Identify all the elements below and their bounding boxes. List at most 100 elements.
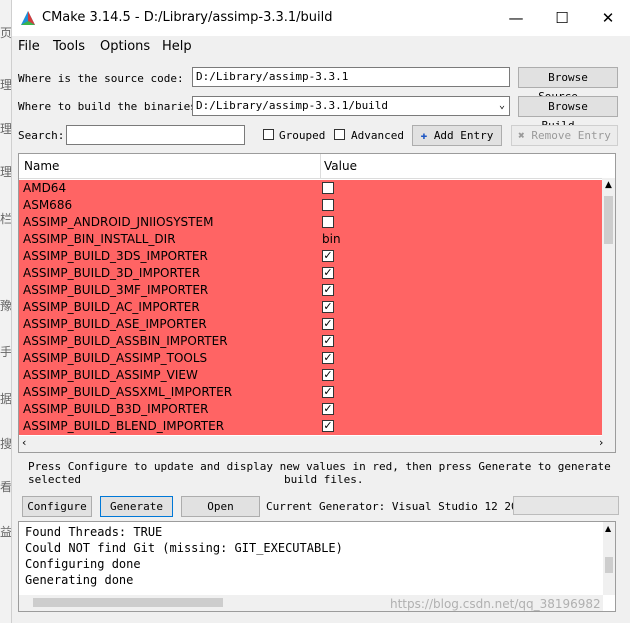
add-entry-label: Add Entry (433, 129, 494, 142)
table-row[interactable]: ASSIMP_BUILD_BLEND_IMPORTER ✓ (19, 418, 602, 435)
window-title: CMake 3.14.5 - D:/Library/assimp-3.3.1/b… (42, 10, 333, 25)
row-value-checkbox[interactable]: ✓ (322, 284, 334, 296)
horizontal-scrollbar[interactable]: ‹ › (19, 436, 615, 452)
output-line: Found Threads: TRUE (25, 525, 163, 539)
table-row[interactable]: ASSIMP_BUILD_ASSIMP_VIEW ✓ (19, 367, 602, 384)
source-path-input[interactable]: D:/Library/assimp-3.3.1 (192, 67, 510, 87)
table-row[interactable]: ASSIMP_BUILD_3MF_IMPORTER ✓ (19, 282, 602, 299)
row-name: ASSIMP_BUILD_ASSBIN_IMPORTER (23, 334, 228, 348)
scroll-right-icon[interactable]: › (599, 436, 603, 449)
search-input[interactable] (66, 125, 245, 145)
search-label: Search: (18, 129, 65, 142)
table-row[interactable]: ASSIMP_BUILD_ASE_IMPORTER ✓ (19, 316, 602, 333)
output-hscroll-thumb[interactable] (33, 598, 223, 607)
row-name: ASSIMP_BUILD_BLEND_IMPORTER (23, 419, 225, 433)
row-name: ASSIMP_BUILD_ASSIMP_VIEW (23, 368, 198, 382)
row-value-checkbox[interactable]: ✓ (322, 250, 334, 262)
row-value-checkbox[interactable]: ✓ (322, 420, 334, 432)
table-row[interactable]: ASSIMP_BUILD_ASSXML_IMPORTER ✓ (19, 384, 602, 401)
output-vertical-scrollbar[interactable]: ▲ (603, 522, 615, 595)
close-button[interactable]: ✕ (585, 0, 630, 36)
open-project-button[interactable]: Open Project (181, 496, 260, 532)
generate-button[interactable]: Generate (100, 496, 173, 517)
row-name: ASSIMP_BUILD_AC_IMPORTER (23, 300, 200, 314)
table-row[interactable]: ASM686 (19, 197, 602, 214)
build-path-value: D:/Library/assimp-3.3.1/build (196, 99, 389, 112)
remove-entry-button[interactable]: ✖ Remove Entry (511, 125, 618, 146)
vertical-scrollbar[interactable]: ▲ (602, 178, 615, 436)
header-value[interactable]: Value (324, 159, 357, 173)
table-row[interactable]: ASSIMP_BUILD_ASSIMP_TOOLS ✓ (19, 350, 602, 367)
advanced-checkbox[interactable] (334, 129, 345, 140)
row-value-checkbox[interactable]: ✓ (322, 318, 334, 330)
row-name: ASM686 (23, 198, 73, 212)
row-name: ASSIMP_BUILD_ASSIMP_TOOLS (23, 351, 208, 365)
header-name[interactable]: Name (24, 159, 59, 173)
cmake-window: CMake 3.14.5 - D:/Library/assimp-3.3.1/b… (11, 0, 630, 623)
row-name: ASSIMP_BUILD_ASE_IMPORTER (23, 317, 207, 331)
background-strip: 页 理 理 理 栏 豫 手 据 搜 看 益 (0, 0, 12, 623)
menu-tools[interactable]: Tools (53, 39, 85, 54)
row-value-checkbox[interactable]: ✓ (322, 386, 334, 398)
row-name: ASSIMP_ANDROID_JNIIOSYSTEM (23, 215, 214, 229)
grouped-label: Grouped (279, 129, 326, 142)
configure-button[interactable]: Configure (22, 496, 92, 517)
table-row[interactable]: ASSIMP_BUILD_B3D_IMPORTER ✓ (19, 401, 602, 418)
row-value-checkbox[interactable]: ✓ (322, 369, 334, 381)
table-row[interactable]: ASSIMP_BUILD_AC_IMPORTER ✓ (19, 299, 602, 316)
row-value-checkbox[interactable] (322, 199, 334, 211)
output-line: Could NOT find Git (missing: GIT_EXECUTA… (25, 541, 343, 555)
browse-source-button[interactable]: Browse Source... (518, 67, 618, 103)
table-header: Name Value (19, 154, 615, 179)
vertical-scroll-thumb[interactable] (604, 196, 613, 244)
scroll-up-icon[interactable]: ▲ (605, 180, 612, 190)
scroll-left-icon[interactable]: ‹ (22, 436, 26, 449)
row-name: ASSIMP_BUILD_B3D_IMPORTER (23, 402, 209, 416)
plus-icon: ✚ (420, 129, 428, 142)
table-row[interactable]: ASSIMP_ANDROID_JNIIOSYSTEM (19, 214, 602, 231)
menu-help[interactable]: Help (162, 39, 192, 54)
output-line: Generating done (25, 573, 134, 587)
row-name: ASSIMP_BUILD_3MF_IMPORTER (23, 283, 209, 297)
header-divider[interactable] (320, 154, 321, 178)
row-value-checkbox[interactable]: ✓ (322, 335, 334, 347)
table-row[interactable]: ASSIMP_BUILD_ASSBIN_IMPORTER ✓ (19, 333, 602, 350)
row-value-checkbox[interactable] (322, 216, 334, 228)
table-row[interactable]: ASSIMP_BUILD_3DS_IMPORTER ✓ (19, 248, 602, 265)
row-value-checkbox[interactable] (322, 182, 334, 194)
row-value-checkbox[interactable]: ✓ (322, 403, 334, 415)
progress-bar (513, 496, 619, 515)
row-name: AMD64 (23, 181, 67, 195)
title-bar[interactable]: CMake 3.14.5 - D:/Library/assimp-3.3.1/b… (12, 0, 630, 36)
menu-file[interactable]: File (18, 39, 40, 54)
output-scroll-thumb[interactable] (605, 557, 613, 573)
scroll-up-icon[interactable]: ▲ (605, 524, 611, 533)
build-path-combobox[interactable]: D:/Library/assimp-3.3.1/build ⌄ (192, 96, 510, 116)
cache-table: Name Value AMD64 ASM686 ASSIMP_ANDROID_JNI… (18, 153, 616, 453)
watermark: https://blog.csdn.net/qq_38196982 (390, 597, 601, 611)
row-value-checkbox[interactable]: ✓ (322, 352, 334, 364)
row-value-checkbox[interactable]: ✓ (322, 267, 334, 279)
row-name: ASSIMP_BIN_INSTALL_DIR (23, 232, 176, 246)
advanced-label: Advanced (351, 129, 404, 142)
minimize-button[interactable]: — (493, 0, 539, 36)
remove-entry-label: Remove Entry (531, 129, 611, 142)
row-value-text[interactable]: bin (322, 231, 341, 248)
source-label: Where is the source code: (18, 72, 184, 85)
row-value-checkbox[interactable]: ✓ (322, 301, 334, 313)
cmake-logo-icon (21, 11, 35, 25)
output-line: Configuring done (25, 557, 141, 571)
remove-icon: ✖ (518, 129, 525, 142)
table-row[interactable]: ASSIMP_BIN_INSTALL_DIR bin (19, 231, 602, 248)
chevron-down-icon[interactable]: ⌄ (499, 97, 505, 115)
table-row[interactable]: AMD64 (19, 180, 602, 197)
browse-build-button[interactable]: Browse Build... (518, 96, 618, 132)
table-row[interactable]: ASSIMP_BUILD_3D_IMPORTER ✓ (19, 265, 602, 282)
current-generator-text: Current Generator: Visual Studio 12 2013 (266, 500, 531, 513)
row-name: ASSIMP_BUILD_3D_IMPORTER (23, 266, 201, 280)
grouped-checkbox[interactable] (263, 129, 274, 140)
add-entry-button[interactable]: ✚ Add Entry (412, 125, 502, 146)
maximize-button[interactable]: ☐ (539, 0, 585, 36)
menu-options[interactable]: Options (100, 39, 150, 54)
build-label: Where to build the binaries: (18, 100, 204, 113)
